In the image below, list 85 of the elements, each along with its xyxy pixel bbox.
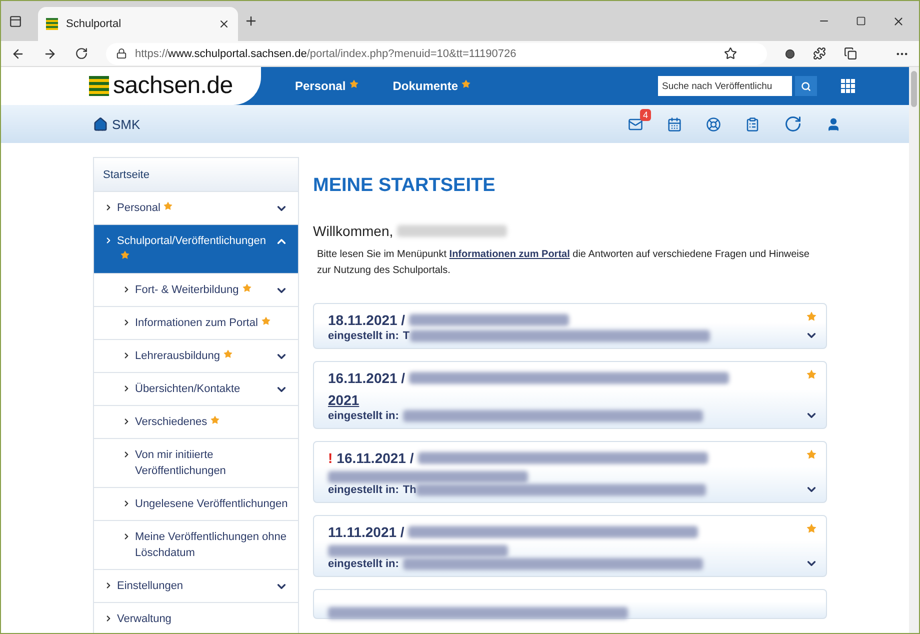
card-title-tail[interactable]: 2021	[328, 391, 804, 409]
sidebar-item-label: Einstellungen	[117, 580, 184, 592]
welcome-text: Willkommen,	[313, 223, 394, 239]
posted-in-label: eingestellt in:	[328, 484, 399, 496]
card-date: 16.11.2021 /	[336, 449, 414, 467]
star-icon[interactable]	[806, 311, 816, 322]
mail-icon[interactable]	[628, 116, 643, 132]
home-refresh-icon[interactable]	[784, 115, 802, 133]
posted-in-label: eingestellt in:	[328, 558, 399, 570]
close-icon[interactable]	[218, 18, 230, 30]
sidebar-item-label: Personal	[117, 202, 160, 214]
home-link[interactable]: SMK	[93, 116, 140, 132]
sidebar-item-label: Verschiedenes	[135, 416, 208, 428]
caret-icon	[104, 581, 113, 590]
home-icon	[93, 116, 108, 132]
sidebar-item-label: Von mir initiierte Veröffentlichungen	[135, 449, 226, 477]
caret-icon	[122, 285, 131, 294]
close-icon[interactable]	[892, 14, 905, 28]
page-title: MEINE STARTSEITE	[313, 175, 496, 197]
publication-card[interactable]: ! 16.11.2021 / eingestellt in: Th	[313, 441, 827, 503]
caret-icon	[122, 499, 131, 508]
forward-icon[interactable]	[43, 46, 57, 60]
caret-icon	[122, 450, 131, 459]
maximize-icon[interactable]	[856, 14, 866, 28]
tab-title: Schulportal	[66, 18, 122, 30]
sidebar-item-label: Verwaltung	[117, 613, 172, 625]
scrollbar[interactable]	[909, 67, 919, 633]
user-icon[interactable]	[826, 116, 841, 132]
collections-icon[interactable]	[844, 47, 857, 60]
card-date: 16.11.2021 /	[328, 369, 406, 387]
posted-in-text: T	[402, 330, 410, 342]
browser-tab[interactable]: Schulportal	[38, 7, 238, 41]
posted-in-label: eingestellt in:	[328, 330, 399, 342]
posted-in-text: Th	[402, 484, 416, 496]
publication-card[interactable]: 16.11.2021 / 2021 eingestellt in:	[313, 361, 827, 429]
sidebar-item[interactable]: Schulportal/Veröffentlichungen	[94, 225, 298, 274]
star-icon[interactable]	[806, 449, 816, 460]
sidebar-item-label: Informationen zum Portal	[135, 317, 258, 329]
sidebar-item-label: Übersichten/Kontakte	[135, 383, 240, 395]
coat-of-arms-icon	[89, 76, 109, 96]
sidebar-item-label: Schulportal/Veröffentlichungen	[117, 235, 266, 247]
nav-link[interactable]: Dokumente	[392, 79, 472, 93]
reload-icon[interactable]	[75, 47, 88, 60]
nav-link[interactable]: Personal	[295, 79, 359, 93]
new-tab-icon[interactable]	[244, 14, 258, 28]
card-date: 18.11.2021 /	[328, 311, 406, 329]
publication-card[interactable]: 11.11.2021 / eingestellt in:	[313, 515, 827, 577]
card-date: 11.11.2021 /	[328, 523, 404, 541]
star-icon[interactable]	[806, 523, 816, 534]
caret-icon	[122, 417, 131, 426]
calendar-icon[interactable]	[667, 116, 682, 132]
sidebar-item-label: Meine Veröffentlichungen ohne Löschdatum	[135, 531, 286, 559]
intro-text: Bitte lesen Sie im Menüpunkt Informationen zum Portal die Antworten auf verschiedene Fragen und Hinweise zur Nutzung des Schulportals.	[317, 248, 810, 278]
coat-of-arms-icon	[46, 18, 58, 30]
caret-icon	[122, 384, 131, 393]
caret-icon	[122, 318, 131, 327]
publication-card[interactable]: 18.11.2021 / eingestellt in: T	[313, 303, 827, 349]
address-field[interactable]: https://www.schulportal.sachsen.de/portal/index.php?menuid=10&tt=11190726	[106, 42, 767, 64]
favorite-star-icon[interactable]	[724, 47, 737, 60]
sidebar-item-label: Lehrerausbildung	[135, 350, 220, 362]
search-icon	[801, 80, 811, 92]
tab-actions-icon[interactable]	[9, 14, 22, 28]
unread-count: 4	[640, 108, 652, 120]
lifebuoy-icon[interactable]	[706, 116, 721, 132]
sidebar-item-label: Fort- & Weiterbildung	[135, 284, 239, 296]
puzzle-icon[interactable]	[813, 47, 826, 60]
important-mark: !	[328, 449, 333, 467]
caret-icon	[104, 614, 113, 623]
circle-icon[interactable]	[785, 48, 795, 58]
org-name: SMK	[112, 116, 140, 132]
clipboard-icon[interactable]	[745, 116, 760, 132]
caret-icon	[122, 532, 131, 541]
posted-in-label: eingestellt in:	[328, 410, 399, 422]
caret-icon	[104, 203, 113, 212]
search-field[interactable]: Suche nach Veröffentlichu	[658, 76, 792, 96]
back-icon[interactable]	[11, 46, 25, 60]
site-logo[interactable]: sachsen.de	[113, 72, 233, 100]
caret-icon	[122, 351, 131, 360]
apps-grid-icon[interactable]	[841, 79, 855, 93]
star-icon[interactable]	[806, 369, 816, 380]
caret-icon	[104, 236, 113, 245]
search-button[interactable]	[795, 76, 817, 96]
url-text: https://www.schulportal.sachsen.de/portal/index.php?menuid=10&tt=11190726	[135, 48, 516, 60]
lock-icon	[116, 48, 127, 59]
sidebar-item-label: Ungelesene Veröffentlichungen	[135, 498, 288, 510]
